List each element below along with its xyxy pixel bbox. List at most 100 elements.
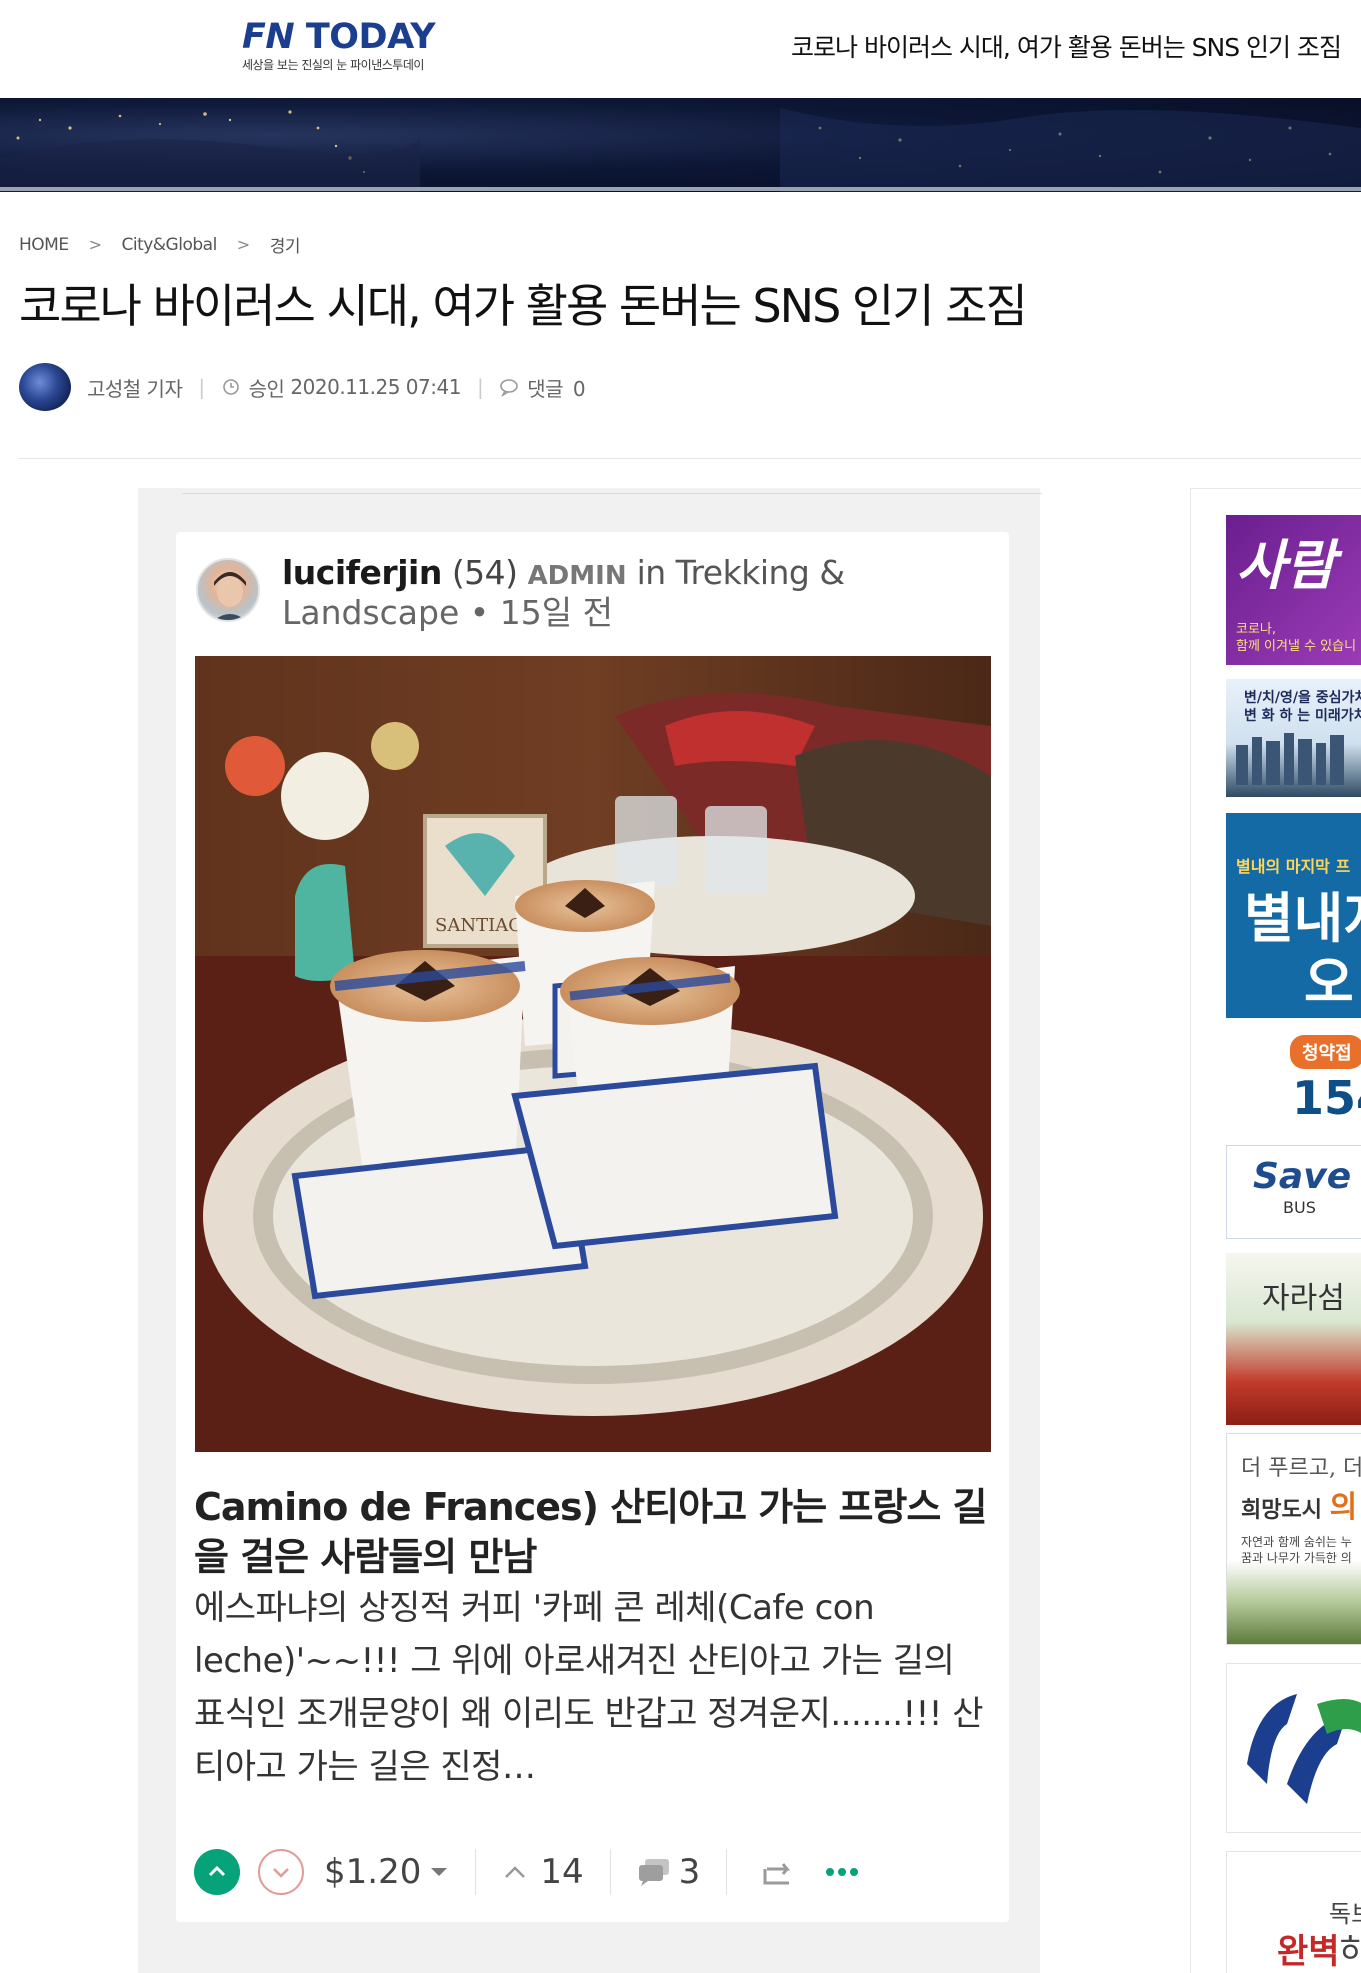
chevron-down-icon — [273, 1868, 289, 1878]
ad5-text: 자라섬 — [1262, 1281, 1345, 1316]
ad3-top-text: 별내의 마지막 프 — [1236, 857, 1351, 876]
ad3-number: 154 — [1292, 1071, 1361, 1125]
ad6-line2-b: 의 — [1329, 1490, 1358, 1525]
ad-banner-savebus[interactable]: Save BUS — [1226, 1145, 1361, 1239]
comments-count: 0 — [572, 376, 586, 401]
ad4-save-text: Save — [1253, 1156, 1352, 1197]
ad1-subtext-line2: 함께 이겨낼 수 있습니 — [1236, 639, 1357, 654]
ad6-line4: 꿈과 나무가 가득한 의 — [1241, 1551, 1352, 1565]
logo-today: TODAY — [305, 17, 436, 57]
logo-wordmark: FN TODAY — [242, 18, 447, 56]
city-skyline-icon — [1236, 733, 1344, 785]
post-card: luciferjin (54) ADMIN in Trekking & Land… — [176, 532, 1009, 1922]
author-line: luciferjin (54) ADMIN in Trekking & — [282, 552, 845, 597]
post-title-link[interactable]: Camino de Frances) 산티아고 가는 프랑스 길을 걸은 사람들… — [194, 1482, 994, 1582]
reporter-avatar — [19, 363, 71, 411]
breadcrumb-separator: > — [236, 235, 250, 254]
upvote-button[interactable] — [194, 1849, 240, 1895]
post-age: 15일 전 — [499, 593, 613, 632]
author-name-link[interactable]: luciferjin — [282, 553, 442, 592]
ad3-headline: 별내지 오 — [1244, 887, 1361, 1015]
payout-dropdown[interactable]: $1.20 — [324, 1852, 449, 1892]
comments-link[interactable]: 댓글 0 — [527, 373, 585, 402]
article-title: 코로나 바이러스 시대, 여가 활용 돈버는 SNS 인기 조짐 — [19, 279, 1028, 333]
night-earth-image — [0, 108, 1361, 192]
ad-banner-logo[interactable] — [1226, 1663, 1361, 1833]
reporter-name[interactable]: 고성철 기자 — [87, 373, 183, 402]
ad-banner-apartment[interactable]: 변/치/영/을 중심가치 변 화 하 는 미래가치 — [1226, 679, 1361, 797]
replies-count: 3 — [678, 1852, 701, 1892]
chevron-up-icon — [208, 1865, 226, 1877]
ad6-line1: 더 푸르고, 더 — [1241, 1456, 1361, 1481]
byline-divider: | — [476, 375, 484, 399]
votes-count: 14 — [540, 1852, 584, 1892]
author-reputation: (54) — [451, 553, 518, 592]
approved-label: 승인 — [248, 376, 285, 401]
category-link[interactable]: Landscape — [282, 593, 459, 632]
ad4-bus-text: BUS — [1283, 1198, 1316, 1217]
ad-banner-purple[interactable]: 사람 코로나, 함께 이겨낼 수 있습니 — [1226, 515, 1361, 665]
clock-icon — [222, 379, 239, 395]
runner-logo-icon — [1247, 1694, 1361, 1804]
site-logo[interactable]: FN TODAY 세상을 보는 진실의 눈 파이낸스투데이 — [242, 18, 447, 74]
ad3-headline-line2: 오 — [1304, 951, 1354, 1014]
reblog-icon[interactable] — [761, 1857, 795, 1887]
footer-divider — [726, 1849, 728, 1895]
author-face-icon — [214, 572, 246, 620]
ad-banner-jaraseom[interactable]: 자라섬 — [1226, 1253, 1361, 1425]
logo-fn: FN — [242, 17, 295, 57]
banner-bottom-line — [0, 187, 1361, 191]
breadcrumb-section[interactable]: City&Global — [121, 235, 217, 255]
embedded-post-frame: luciferjin (54) ADMIN in Trekking & Land… — [138, 488, 1042, 1973]
ad6-line2: 희망도시 의 — [1241, 1482, 1357, 1526]
author-line-2: Landscape • 15일 전 — [282, 592, 613, 634]
ad1-headline: 사람 — [1236, 533, 1336, 597]
ad6-line2-a: 희망도시 — [1241, 1498, 1322, 1523]
approved-time: 2020.11.25 07:41 — [290, 375, 461, 399]
chevron-up-small-icon — [505, 1866, 526, 1878]
meta-dot: • — [469, 593, 490, 632]
payout-value: $1.20 — [324, 1852, 422, 1892]
ad8-line2: 완벽하 — [1277, 1924, 1361, 1973]
byline-divider-line — [19, 458, 1361, 459]
replies-stat[interactable]: 3 — [637, 1852, 701, 1892]
downvote-button[interactable] — [258, 1849, 304, 1895]
ad-banner-hope-city[interactable]: 더 푸르고, 더 희망도시 의 자연과 함께 숨쉬는 누 꿈과 나무가 가득한 … — [1226, 1433, 1361, 1645]
caret-down-icon — [431, 1868, 448, 1876]
ad3-headline-line1: 별내지 — [1244, 887, 1361, 950]
breadcrumb-separator: > — [88, 235, 102, 254]
breadcrumb-subsection[interactable]: 경기 — [270, 232, 301, 257]
ad-banner-byeollae[interactable]: 별내의 마지막 프 별내지 오 청약접 154 — [1226, 813, 1361, 1131]
comments-label: 댓글 — [527, 376, 563, 401]
header-headline-link[interactable]: 코로나 바이러스 시대, 여가 활용 돈버는 SNS 인기 조짐 — [791, 28, 1342, 64]
ad8-line2-a: 완벽 — [1277, 1932, 1340, 1972]
ad8-line2-b: 하 — [1340, 1932, 1361, 1972]
breadcrumb: HOME > City&Global > 경기 — [19, 232, 301, 258]
breadcrumb-home[interactable]: HOME — [19, 235, 69, 255]
coffee-photo: SANTIAGO Cô — [195, 656, 991, 1452]
category-prefix[interactable]: in Trekking & — [637, 553, 846, 592]
header-banner — [0, 98, 1361, 192]
right-sidebar: 사람 코로나, 함께 이겨낼 수 있습니 변/치/영/을 중심가치 변 화 하 … — [1190, 488, 1361, 1973]
site-header: FN TODAY 세상을 보는 진실의 눈 파이낸스투데이 코로나 바이러스 시… — [0, 0, 1361, 98]
embed-top-border — [182, 488, 1042, 494]
votes-stat[interactable]: 14 — [502, 1852, 584, 1892]
ad1-subtext-line1: 코로나, — [1236, 622, 1277, 637]
admin-badge: ADMIN — [527, 561, 627, 591]
comment-bubble-icon — [500, 379, 518, 397]
footer-divider — [475, 1849, 477, 1895]
ad-banner-bottom[interactable]: 독보 완벽하 — [1226, 1851, 1361, 1973]
replies-icon — [638, 1859, 669, 1886]
ad6-line3: 자연과 함께 숨쉬는 누 — [1241, 1535, 1352, 1549]
byline-divider: | — [198, 375, 205, 399]
logo-subtitle: 세상을 보는 진실의 눈 파이낸스투데이 — [242, 58, 424, 72]
author-avatar[interactable] — [196, 558, 260, 622]
post-image[interactable]: SANTIAGO Cô — [195, 656, 991, 1452]
footer-divider — [609, 1849, 611, 1895]
article-byline: 고성철 기자 | 승인 2020.11.25 07:41 | 댓글 0 — [19, 362, 586, 412]
post-excerpt[interactable]: 에스파냐의 상징적 커피 '카페 콘 레체(Cafe con leche)'~~… — [194, 1582, 994, 1794]
ad3-badge: 청약접 — [1290, 1035, 1361, 1069]
ad6-small-text: 자연과 함께 숨쉬는 누 꿈과 나무가 가득한 의 — [1241, 1534, 1352, 1566]
post-footer: $1.20 14 3 — [194, 1842, 994, 1902]
more-options-icon[interactable] — [825, 1866, 859, 1878]
